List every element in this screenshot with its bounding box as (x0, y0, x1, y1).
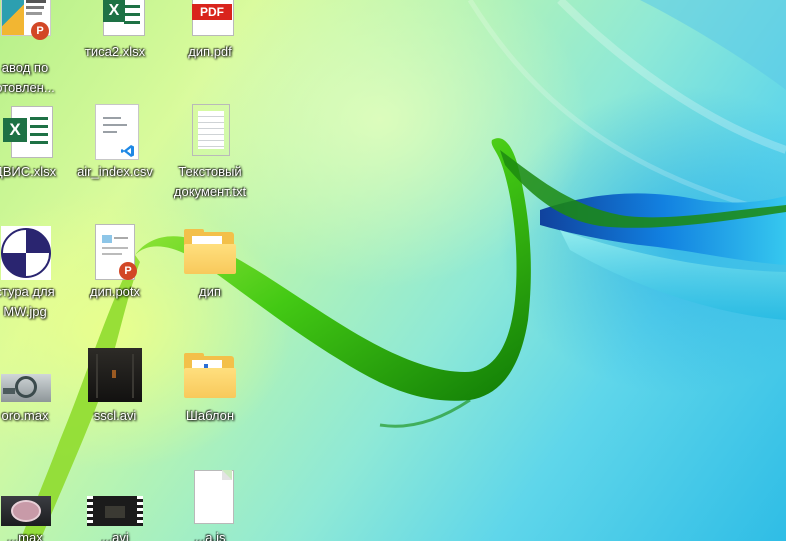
icon-label: sscl.avi (93, 408, 137, 423)
desktop-icon-dvis-xlsx[interactable]: X ДВИС.xlsx (0, 104, 68, 182)
icon-label: дип (199, 284, 221, 299)
desktop-icon-zavod-pptx[interactable]: P авод по отовлен... (0, 0, 68, 98)
powerpoint-template-icon: P (87, 224, 143, 280)
icon-label: ...a.js (194, 530, 226, 541)
3dsmax-file-icon (0, 470, 53, 526)
icon-label: ...avi (101, 530, 129, 541)
icon-label: стура для MW.jpg (0, 284, 55, 319)
desktop-icon-bottom-max[interactable]: ...max (0, 470, 68, 541)
icon-label: авод по отовлен... (0, 60, 55, 95)
icon-label: дип.pdf (188, 44, 232, 59)
desktop-icon-bottom-file[interactable]: ...a.js (167, 470, 253, 541)
desktop-icon-oro-max[interactable]: oro.max (0, 348, 68, 426)
pdf-file-icon: PDF (182, 0, 238, 38)
desktop-icon-structure-jpg[interactable]: стура для MW.jpg (0, 224, 68, 322)
desktop-icon-text-doc-txt[interactable]: Текстовый документ.txt (167, 104, 253, 202)
vscode-icon (121, 145, 134, 157)
pdf-badge: PDF (192, 4, 232, 20)
video-file-icon (87, 470, 143, 526)
icon-label: Шаблон (185, 408, 235, 423)
desktop-icon-sscl-avi[interactable]: sscl.avi (72, 348, 158, 426)
icon-label: дип.potx (89, 284, 141, 299)
icon-label: тиса2.xlsx (84, 44, 146, 59)
excel-file-icon: X (87, 0, 145, 38)
icon-label: Текстовый документ.txt (173, 164, 247, 199)
image-file-icon (0, 224, 53, 280)
video-file-icon (87, 348, 143, 404)
csv-file-icon (87, 104, 143, 160)
text-file-icon (182, 104, 238, 160)
icon-label: air_index.csv (77, 164, 153, 179)
excel-file-icon: X (0, 104, 53, 160)
icon-label: oro.max (1, 408, 49, 423)
desktop-icon-bottom-avi[interactable]: ...avi (72, 470, 158, 541)
desktop-icon-tisa2-xlsx[interactable]: X тиса2.xlsx (72, 0, 158, 62)
desktop-background[interactable]: P авод по отовлен... X ДВИС.xlsx стура д… (0, 0, 786, 541)
desktop-icon-air-index-csv[interactable]: air_index.csv (72, 104, 158, 182)
folder-icon (182, 224, 238, 280)
icon-label: ...max (7, 530, 43, 541)
icon-label: ДВИС.xlsx (0, 164, 57, 179)
blank-file-icon (182, 470, 238, 526)
folder-icon (182, 348, 238, 404)
desktop-icon-dip-pdf[interactable]: PDF дип.pdf (167, 0, 253, 62)
desktop-icon-template-folder[interactable]: Шаблон (167, 348, 253, 426)
3dsmax-file-icon (0, 348, 53, 404)
desktop-icon-dip-folder[interactable]: дип (167, 224, 253, 302)
powerpoint-file-icon: P (0, 0, 53, 50)
desktop-icon-dip-potx[interactable]: P дип.potx (72, 224, 158, 302)
